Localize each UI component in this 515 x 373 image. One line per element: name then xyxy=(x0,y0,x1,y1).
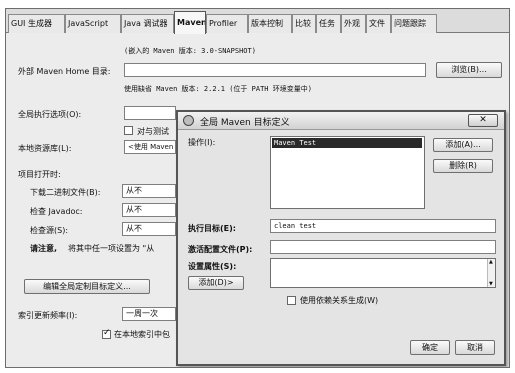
index-local-checkbox[interactable] xyxy=(102,328,111,339)
global-options-input[interactable] xyxy=(124,106,176,120)
embedded-version-text: (嵌入的 Maven 版本: 3.0-SNAPSHOT) xyxy=(124,47,256,55)
tab-maven[interactable]: Maven xyxy=(174,11,206,34)
tab-strip: GUI 生成器 JavaScript Java 调试器 Maven Profil… xyxy=(6,9,509,34)
tab-version-control[interactable]: 版本控制 xyxy=(248,14,292,33)
goals-label: 执行目标(E): xyxy=(188,224,236,233)
maven-home-label: 外部 Maven Home 目录: xyxy=(18,67,111,76)
options-window: GUI 生成器 JavaScript Java 调试器 Maven Profil… xyxy=(5,8,510,368)
add-property-button[interactable]: 添加(D)> xyxy=(188,276,244,290)
tab-java-debugger[interactable]: Java 调试器 xyxy=(121,14,174,33)
actions-list[interactable]: Maven Test xyxy=(270,136,425,209)
properties-textarea[interactable]: ▲ ▼ xyxy=(270,258,496,288)
ok-button[interactable]: 确定 xyxy=(410,340,450,355)
skip-tests-checkbox[interactable] xyxy=(124,126,133,135)
note-bold: 请注意, xyxy=(30,244,58,253)
tab-tasks[interactable]: 任务 xyxy=(316,14,341,33)
download-binaries-combo[interactable]: 从不 xyxy=(122,184,176,198)
use-dependency-checkbox[interactable] xyxy=(287,296,296,305)
index-frequency-label: 索引更新频率(I): xyxy=(18,311,78,320)
scroll-down-icon[interactable]: ▼ xyxy=(489,281,493,287)
goals-input[interactable]: clean test xyxy=(270,219,496,233)
using-version-text: 使用缺省 Maven 版本: 2.2.1 (位于 PATH 环境变量中) xyxy=(124,85,312,93)
global-options-label: 全局执行选项(O): xyxy=(18,110,82,119)
maven-home-input[interactable] xyxy=(124,63,426,77)
tab-gui-builder[interactable]: GUI 生成器 xyxy=(8,14,65,33)
profiles-input[interactable] xyxy=(270,240,496,254)
tab-appearance[interactable]: 外观 xyxy=(341,14,366,33)
index-frequency-combo[interactable]: 一周一次 xyxy=(122,307,176,321)
properties-scrollbar[interactable]: ▲ ▼ xyxy=(487,259,495,287)
tab-javascript[interactable]: JavaScript xyxy=(65,14,121,33)
dialog-title-bar: 全局 Maven 目标定义 ✕ xyxy=(178,112,504,130)
skip-tests-label: 对与测试 xyxy=(137,127,169,136)
tab-files[interactable]: 文件 xyxy=(366,14,391,33)
tab-compare[interactable]: 比较 xyxy=(292,14,316,33)
maven-icon xyxy=(183,115,194,126)
local-repo-label: 本地资源库(L): xyxy=(18,144,72,153)
dialog-title: 全局 Maven 目标定义 xyxy=(200,118,290,128)
tab-issue-tracking[interactable]: 问题跟踪 xyxy=(391,14,437,33)
cancel-button[interactable]: 取消 xyxy=(455,340,495,355)
download-binaries-label: 下载二进制文件(B): xyxy=(30,188,101,197)
add-action-button[interactable]: 添加(A)... xyxy=(433,138,493,152)
javadoc-combo[interactable]: 从不 xyxy=(122,203,176,217)
profiles-label: 激活配置文件(P): xyxy=(188,245,253,254)
index-local-label: 在本地索引中包 xyxy=(114,330,170,339)
javadoc-label: 检查 Javadoc: xyxy=(30,207,83,216)
browse-button[interactable]: 浏览(B)... xyxy=(436,62,502,78)
actions-label: 操作(I): xyxy=(188,138,216,147)
close-icon[interactable]: ✕ xyxy=(468,114,498,127)
scroll-up-icon[interactable]: ▲ xyxy=(489,259,493,265)
tab-profiler[interactable]: Profiler xyxy=(206,14,248,33)
on-open-label: 项目打开时: xyxy=(18,170,61,179)
remove-action-button[interactable]: 删除(R) xyxy=(433,159,493,173)
action-list-item[interactable]: Maven Test xyxy=(272,138,422,148)
note-text: 将其中任一项设置为 "从 xyxy=(68,244,155,253)
source-label: 检查源(S): xyxy=(30,226,69,235)
use-dependency-label: 使用依赖关系生成(W) xyxy=(300,296,379,305)
edit-global-goals-button[interactable]: 编辑全局定制目标定义... xyxy=(24,279,150,294)
local-repo-input[interactable]: <使用 Maven xyxy=(124,140,176,154)
source-combo[interactable]: 从不 xyxy=(122,222,176,236)
properties-label: 设置属性(S): xyxy=(188,262,237,271)
global-goals-dialog: 全局 Maven 目标定义 ✕ 操作(I): Maven Test 添加(A).… xyxy=(176,110,506,366)
